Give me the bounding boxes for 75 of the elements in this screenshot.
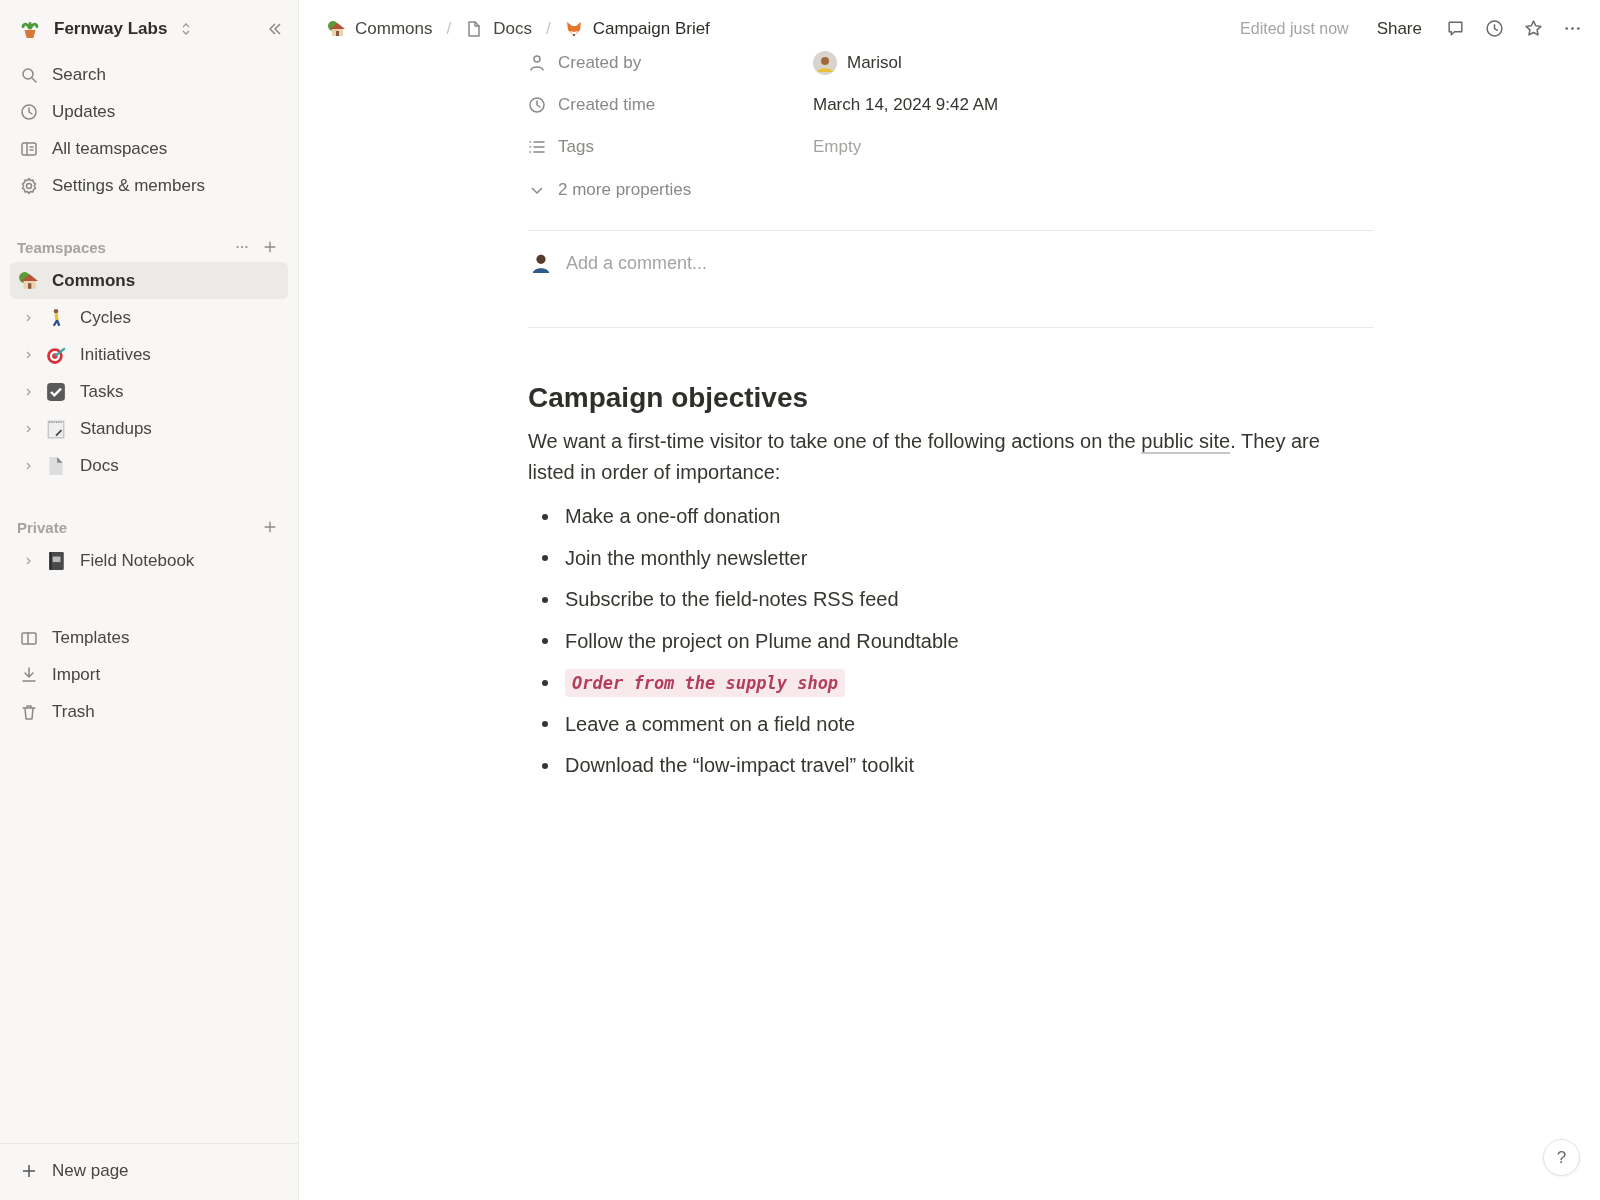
breadcrumb-separator: / [446,18,452,39]
page-item[interactable]: Initiatives [10,336,288,373]
plus-icon [20,1162,38,1180]
list-item-text: Follow the project on Plume and Roundtable [565,629,959,653]
page-item[interactable]: Docs [10,447,288,484]
link[interactable]: public site [1141,430,1231,452]
bullet-dot [542,679,548,686]
clock-icon [528,96,546,114]
nav-item[interactable]: Search [0,56,298,93]
nav-item[interactable]: Updates [0,93,298,130]
bullet-dot [542,513,548,520]
section-heading: Campaign objectives [528,382,810,414]
list-item-text: Download the “low-impact travel” toolkit [565,754,915,778]
plus-icon[interactable] [262,519,278,535]
star-icon[interactable] [1524,19,1543,38]
document-icon [46,455,66,476]
breadcrumb-separator: / [545,18,551,39]
nav-item[interactable]: Import [0,656,298,693]
paragraph: We want a first-time visitor to take one of the following actions on the public site. They are listed in order of importance: [528,429,1321,485]
fox-icon [564,19,583,38]
comment-field[interactable]: Add a comment... [566,251,1373,275]
property-value[interactable]: Marisol [847,53,902,73]
property-name[interactable]: Created time [528,95,813,115]
bullet-dot [542,596,548,603]
section-title: Private [17,518,68,536]
inline-code: Order from the supply shop [565,668,846,697]
notebook-icon [46,550,66,571]
settings-icon [20,176,38,195]
list-icon [528,138,546,156]
checkbox-icon [46,381,66,402]
page-item[interactable]: Commons [10,262,288,299]
list-item-text: Join the monthly newsletter [565,546,808,570]
list-item-text: Subscribe to the field-notes RSS feed [565,588,899,612]
bullet-dot [542,638,548,645]
more-properties-toggle[interactable]: 2 more properties [528,168,692,212]
trash-icon [20,702,38,721]
plus-icon[interactable] [262,239,278,255]
page-item[interactable]: Cycles [10,299,288,336]
up-down-caret-icon[interactable] [181,22,192,36]
new-page-button[interactable]: New page [20,1156,137,1186]
breadcrumb[interactable]: Docs [465,18,532,39]
clock-icon [20,102,38,121]
house-icon [18,270,38,291]
comment-icon[interactable] [1446,19,1465,38]
workspace-name[interactable]: Fernway Labs [54,19,168,39]
bullet-dot [542,762,548,769]
property-name[interactable]: Created by [528,53,813,73]
potted-plant-icon [20,19,40,39]
list-item-text: Make a one-off donation [565,505,781,529]
help-button[interactable]: ? [1543,1139,1580,1176]
bullet-dot [542,555,548,562]
clock-icon[interactable] [1485,19,1504,38]
nav-item[interactable]: All teamspaces [0,130,298,167]
search-icon [20,65,38,84]
avatar [813,51,837,75]
edit-status: Edited just now [1240,19,1349,38]
person-icon [528,54,546,72]
notepad-icon [46,418,66,439]
list-item-text: Leave a comment on a field note [565,712,856,736]
nav-item[interactable]: Templates [0,619,298,656]
share-button[interactable]: Share [1372,16,1426,41]
page-item[interactable]: Standups [10,410,288,447]
house-icon [327,19,345,38]
breadcrumb[interactable]: Commons [327,18,433,39]
breadcrumb[interactable]: Campaign Brief [564,18,710,39]
property-value[interactable]: March 14, 2024 9:42 AM [813,95,999,115]
nav-item[interactable]: Trash [0,693,298,730]
nav-item[interactable]: Settings & members [0,167,298,204]
bullet-dot [542,721,548,728]
download-icon [20,665,38,684]
page-item[interactable]: Field Notebook [10,542,288,579]
sidebar-panel-icon [20,139,38,158]
section-title: Teamspaces [17,238,106,256]
page-item[interactable]: Tasks [10,373,288,410]
property-name[interactable]: Tags [528,137,813,157]
